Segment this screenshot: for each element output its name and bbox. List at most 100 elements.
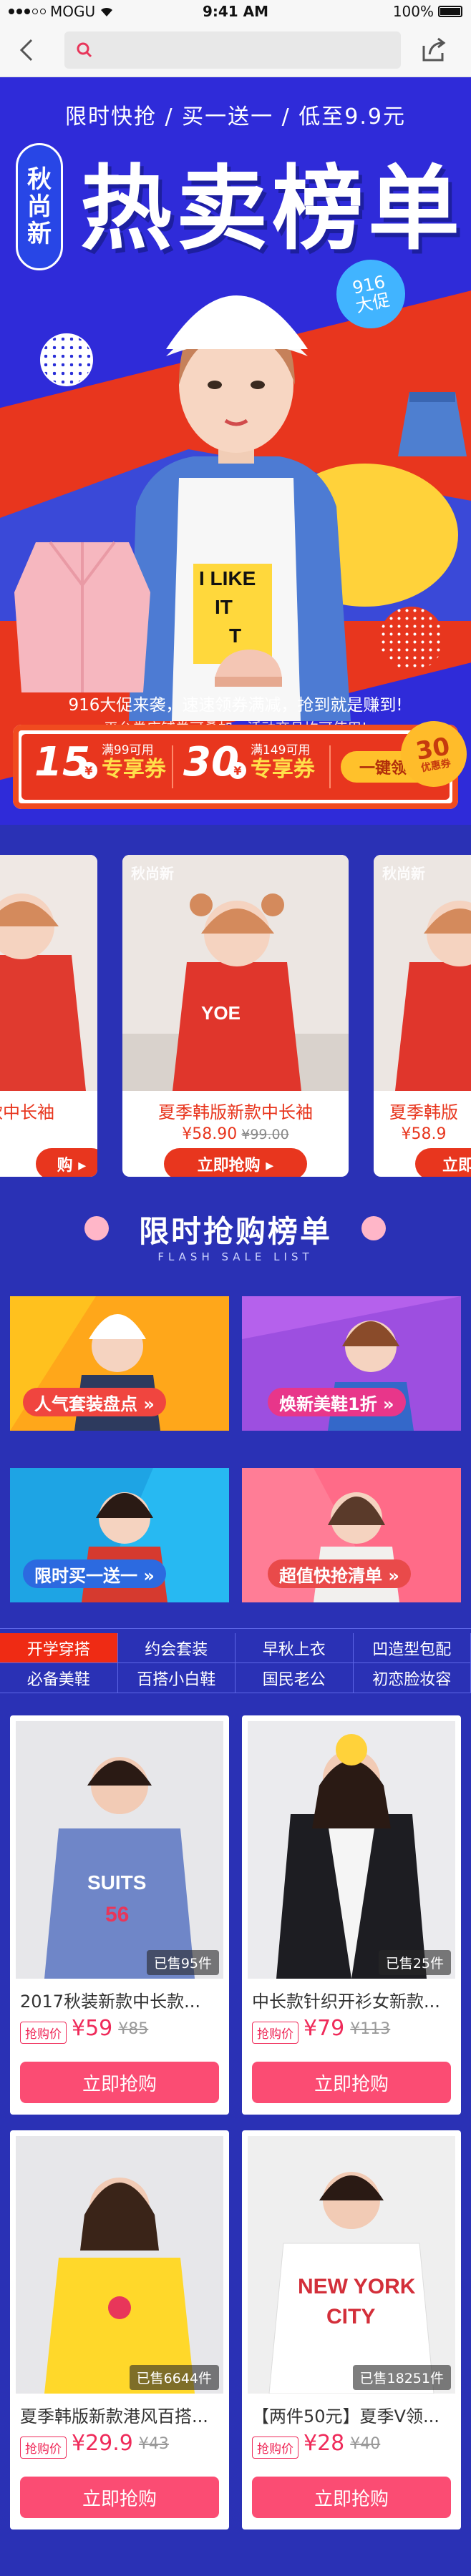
- buy-now-button[interactable]: 购 ▸: [36, 1148, 97, 1177]
- product-carousel[interactable]: 款中长袖 购 ▸ YOE 秋尚新 夏季韩版新款中长袖 ¥58.90¥99.00 …: [0, 825, 471, 1208]
- coupon-amount: 30: [183, 739, 239, 785]
- shirt-text: NEW YORK: [298, 2275, 416, 2298]
- coupon-name: 专享券: [250, 756, 315, 782]
- buy-now-button[interactable]: 立即抢购: [20, 2062, 219, 2103]
- banner-label: 焕新美鞋1折 »: [268, 1388, 406, 1416]
- price-value: ¥79: [304, 2016, 345, 2041]
- category-grid: 开学穿搭 约会套装 早秋上衣 凹造型包配 必备美鞋 百搭小白鞋 国民老公 初恋脸…: [0, 1628, 471, 1717]
- search-input[interactable]: [64, 31, 401, 69]
- svg-text:YOE: YOE: [201, 1002, 241, 1024]
- shirt-text: SUITS: [87, 1871, 146, 1894]
- battery-info: 100%: [393, 3, 462, 20]
- product-image: NEW YORK CITY: [248, 2136, 455, 2394]
- coupon-name: 专享券: [101, 756, 166, 782]
- product-image: [16, 2136, 223, 2394]
- coupon-condition: 满99可用: [101, 743, 154, 758]
- product-image: SUITS 56: [16, 1721, 223, 1979]
- coupon-15[interactable]: 15 ¥ 满99可用 专享券: [34, 743, 166, 783]
- carousel-card[interactable]: 款中长袖 购 ▸: [0, 855, 97, 1177]
- product-card[interactable]: SUITS 56 已售95件 2017秋装新款中长款... 抢购价 ¥59 ¥85…: [10, 1715, 229, 2115]
- category-tab[interactable]: 约会套装: [117, 1633, 235, 1663]
- product-name: 夏季韩版: [389, 1102, 458, 1122]
- flash-sale-header: 限时抢购榜单 FLASH SALE LIST: [0, 1208, 471, 1286]
- shirt-text: 56: [105, 1903, 129, 1926]
- product-price: ¥79 ¥113: [304, 2016, 390, 2041]
- category-tab[interactable]: 国民老公: [235, 1663, 354, 1693]
- brand-logo: 秋尚新: [131, 865, 174, 882]
- product-image: YOE: [122, 855, 349, 1091]
- coupon-30[interactable]: 30 ¥ 满149可用 专享券: [183, 743, 315, 783]
- buy-now-button[interactable]: 立即抢购: [20, 2477, 219, 2518]
- product-name: 夏季韩版新款中长袖: [158, 1102, 313, 1122]
- carousel-card[interactable]: YOE 秋尚新 夏季韩版新款中长袖 ¥58.90 ¥99.00 立即抢购 ▸: [122, 855, 349, 1177]
- product-price: ¥59 ¥85: [72, 2016, 148, 2041]
- buy-now-button[interactable]: 立即抢购: [252, 2062, 451, 2103]
- banner-label: 人气套装盘点 »: [23, 1388, 166, 1416]
- banner-bogo[interactable]: 限时买一送一 »: [10, 1468, 229, 1602]
- category-tab[interactable]: 初恋脸妆容: [353, 1663, 471, 1693]
- coupon-divider: [329, 745, 331, 788]
- category-tab[interactable]: 早秋上衣: [235, 1633, 354, 1663]
- product-card[interactable]: 已售25件 中长款针织开衫女新款... 抢购价 ¥79 ¥113 立即抢购: [242, 1715, 461, 2115]
- banner-label: 限时买一送一 »: [23, 1559, 166, 1588]
- price-tag: 抢购价: [20, 2437, 67, 2459]
- shirt-text: CITY: [326, 2305, 375, 2328]
- product-title: 夏季韩版新款港风百搭...: [20, 2406, 208, 2426]
- price-value: ¥29.9: [72, 2431, 133, 2456]
- category-tab[interactable]: 开学穿搭: [0, 1633, 118, 1663]
- category-tab[interactable]: 必备美鞋: [0, 1663, 118, 1693]
- sold-count: 已售18251件: [352, 2365, 451, 2390]
- buy-now-button[interactable]: 立即: [415, 1148, 471, 1177]
- banner-deals[interactable]: 超值快抢清单 »: [242, 1468, 461, 1602]
- dotted-ball-decoration: [40, 333, 93, 386]
- carousel-card[interactable]: 秋尚新 夏季韩版 ¥58.9 立即: [374, 855, 471, 1177]
- product-image: [374, 855, 471, 1091]
- buy-now-button[interactable]: 立即抢购: [252, 2477, 451, 2518]
- badge-char: 秋: [27, 165, 52, 194]
- back-arrow-icon[interactable]: [13, 36, 42, 64]
- product-title: 2017秋装新款中长款...: [20, 1992, 200, 2012]
- product-card[interactable]: NEW YORK CITY 已售18251件 【两件50元】夏季V领... 抢购价…: [242, 2130, 461, 2530]
- pink-jacket-image: [14, 541, 150, 692]
- product-title: 【两件50元】夏季V领...: [252, 2406, 440, 2426]
- section-subtitle: FLASH SALE LIST: [157, 1250, 314, 1263]
- price-tag: 抢购价: [252, 2437, 298, 2459]
- sold-count: 已售25件: [378, 1950, 451, 1975]
- product-price: ¥28 ¥40: [304, 2431, 380, 2456]
- yen-icon: ¥: [228, 762, 246, 779]
- shoe-image: [215, 650, 282, 687]
- hero-banner: 限时快抢 / 买一送一 / 低至9.9元 秋 尚 新 热卖榜单 916 大促 I…: [0, 77, 471, 825]
- price-value: ¥28: [304, 2431, 345, 2456]
- category-tab[interactable]: 百搭小白鞋: [117, 1663, 235, 1693]
- share-icon[interactable]: [419, 36, 448, 64]
- banner-label: 超值快抢清单 »: [268, 1559, 411, 1588]
- coupon-divider: [172, 745, 173, 788]
- brand-logo: 秋尚新: [382, 865, 425, 882]
- buy-now-button[interactable]: 立即抢购 ▸: [164, 1148, 307, 1177]
- banner-outfit[interactable]: 人气套装盘点 »: [10, 1296, 229, 1431]
- coupon-strip: 15 ¥ 满99可用 专享券 30 ¥ 满149可用 专享券 一键领取: [21, 734, 450, 800]
- product-name: 款中长袖: [0, 1102, 54, 1122]
- old-price: ¥40: [350, 2435, 381, 2453]
- brand-vertical-badge: 秋 尚 新: [16, 143, 63, 270]
- product-image: [0, 855, 97, 1091]
- product-price: ¥29.9 ¥43: [72, 2431, 169, 2456]
- product-price: ¥58.9: [401, 1125, 447, 1143]
- product-old-price: ¥99.00: [241, 1127, 289, 1142]
- category-tab[interactable]: 凹造型包配: [353, 1633, 471, 1663]
- yen-icon: ¥: [79, 762, 97, 779]
- old-price: ¥85: [118, 2020, 149, 2038]
- coupon-amount: 15: [34, 739, 90, 785]
- badge-char: 新: [27, 220, 52, 249]
- battery-level: 100%: [392, 3, 434, 20]
- hero-title: 热卖榜单: [80, 156, 465, 263]
- tshirt-text: IT: [215, 596, 233, 618]
- banner-shoes[interactable]: 焕新美鞋1折 »: [242, 1296, 461, 1431]
- product-price-row: ¥58.90 ¥99.00: [122, 1125, 349, 1143]
- tshirt-text: I LIKE: [199, 567, 256, 589]
- status-bar: MOGU 9:41 AM 100%: [0, 0, 471, 23]
- product-card[interactable]: 已售6644件 夏季韩版新款港风百搭... 抢购价 ¥29.9 ¥43 立即抢购: [10, 2130, 229, 2530]
- product-price-row: ¥58.9: [374, 1125, 471, 1143]
- old-price: ¥43: [138, 2435, 169, 2453]
- battery-icon: [438, 6, 462, 17]
